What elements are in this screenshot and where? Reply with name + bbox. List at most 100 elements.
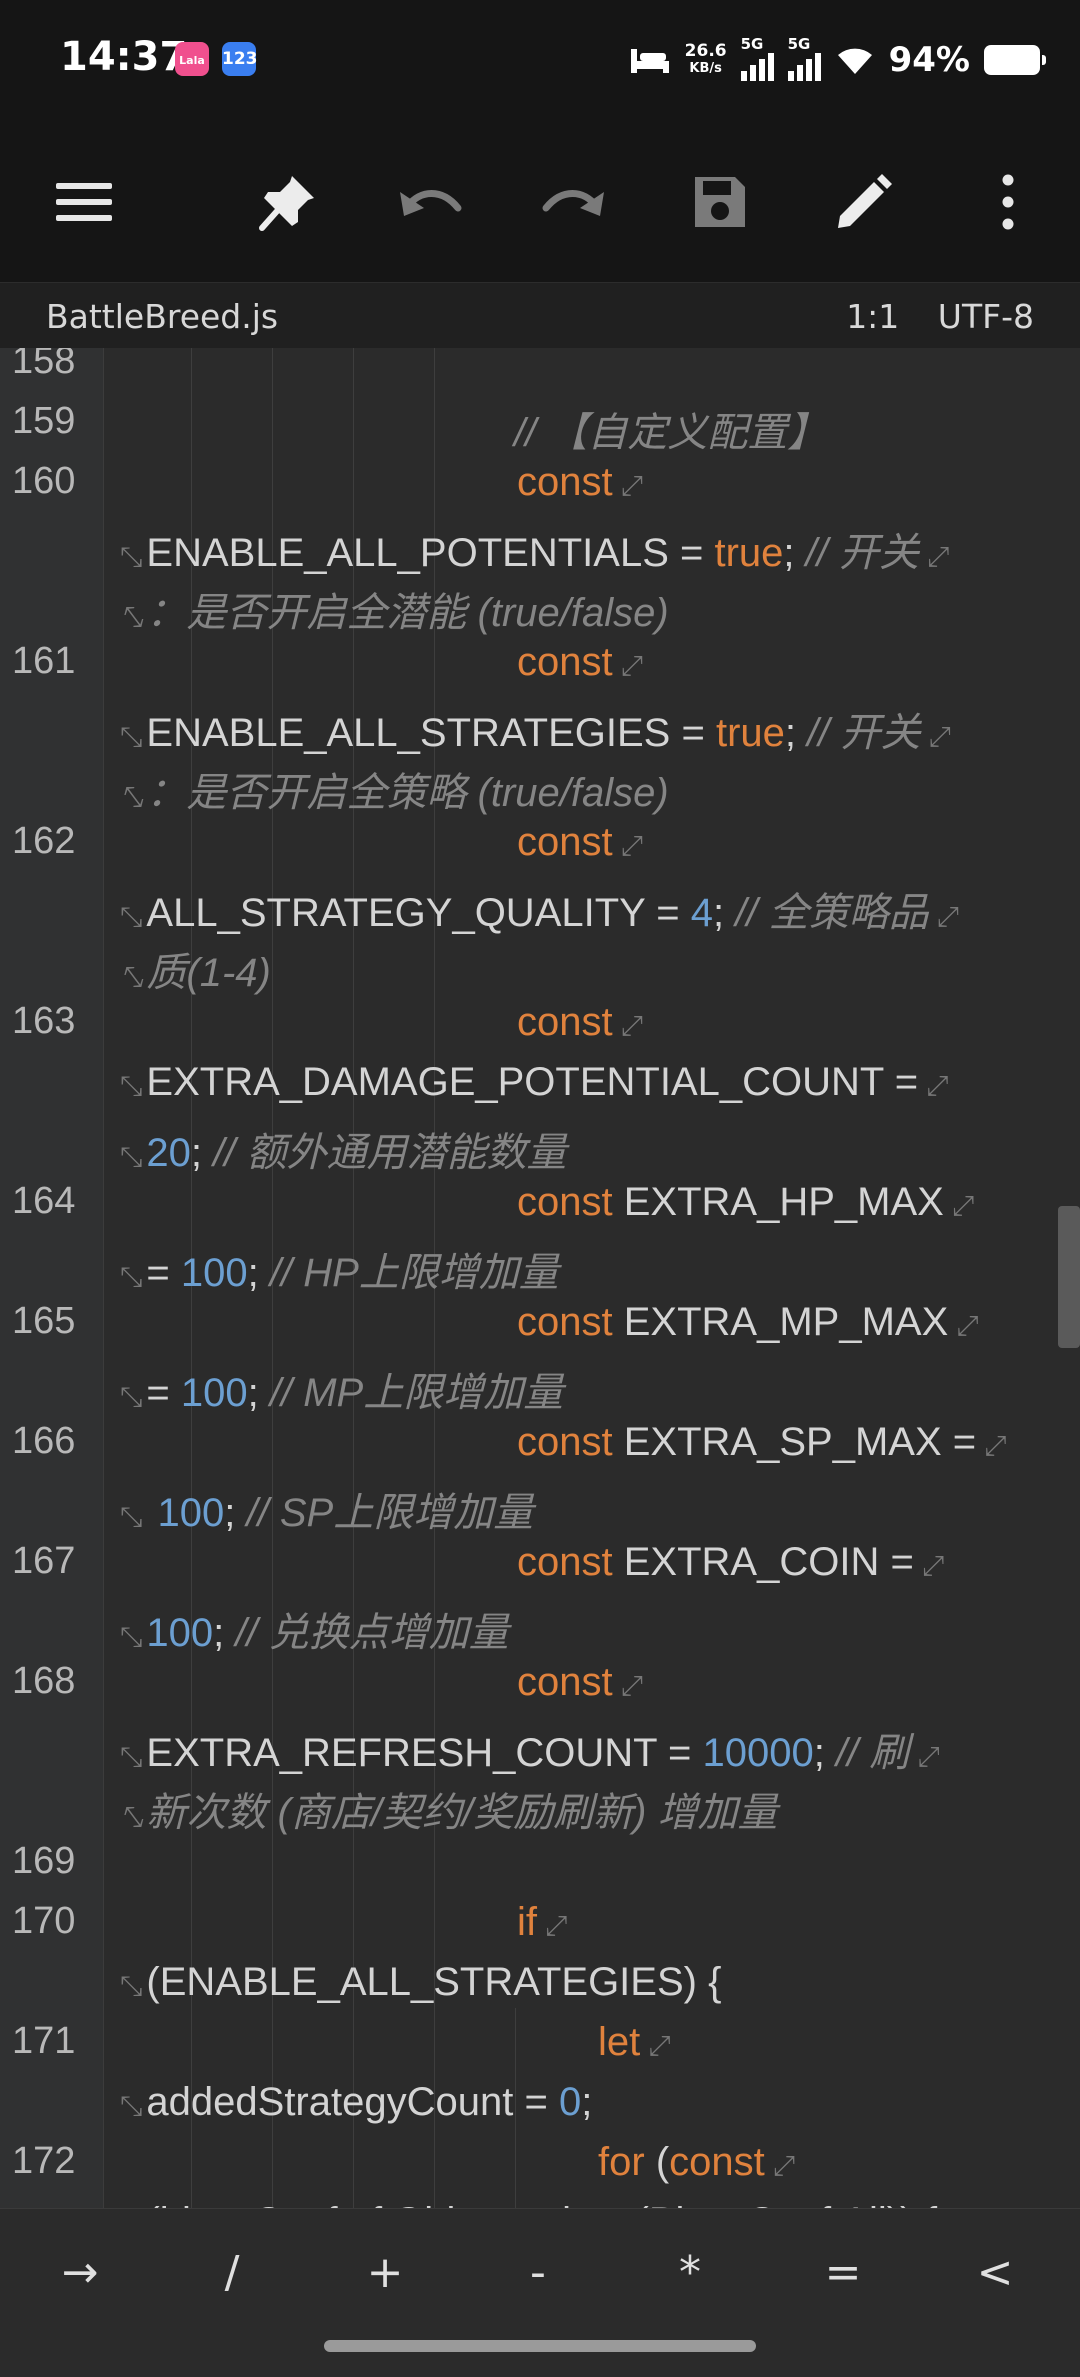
code-number: 10000 [702, 1731, 814, 1775]
code-semicolon: ; [783, 531, 795, 575]
scrollbar-thumb[interactable] [1058, 1206, 1080, 1348]
wrap-in-icon: ⤡ [120, 1621, 143, 1652]
code-identifier: ENABLE_ALL_POTENTIALS [146, 531, 669, 575]
code-editor[interactable]: 158 159 // 【自定义配置】 160 const ⤢ ⤡ ENABLE_AL… [0, 348, 1080, 2208]
code-semicolon: ; [813, 1731, 825, 1775]
wrap-in-icon: ⤡ [120, 721, 143, 752]
code-line-wrap: ⤡ ：是否开启全策略 (true/false) [0, 758, 1060, 818]
cursor-position: 1:1 [846, 297, 900, 336]
code-line: 168 const ⤢ [0, 1658, 1060, 1718]
code-line: 170 if ⤢ [0, 1898, 1060, 1958]
network-speed-value: 26.6 [684, 41, 727, 61]
wrap-out-icon: ⤢ [620, 470, 644, 501]
code-comment: // SP上限增加量 [246, 1491, 534, 1535]
pin-button[interactable] [252, 166, 324, 238]
key-plus[interactable]: + [325, 2233, 445, 2313]
code-line: 164 const EXTRA_HP_MAX ⤢ [0, 1178, 1060, 1238]
code-line-wrap: ⤡ 100; // 兑换点增加量 [0, 1598, 1060, 1658]
code-text: ⤡ 质(1-4) [120, 940, 271, 998]
key-slash[interactable]: / [172, 2233, 292, 2313]
code-text: ⤡ ：是否开启全策略 (true/false) [120, 760, 669, 818]
code-text: ⤡ 20; // 额外通用潜能数量 [120, 1120, 567, 1178]
code-keyword: for [598, 2140, 645, 2184]
edit-button[interactable] [828, 166, 900, 238]
code-text: ⤡ (ENABLE_ALL_STRATEGIES) { [120, 1960, 721, 2005]
code-comment: // 全策略品 [735, 891, 929, 935]
battery-icon [984, 45, 1046, 75]
wrap-out-icon: ⤢ [620, 830, 644, 861]
code-identifier: ALL_STRATEGY_QUALITY [146, 891, 646, 935]
lala-app-notification-icon: Lala [175, 42, 209, 76]
line-number: 168 [12, 1660, 76, 1702]
code-keyword: const [517, 1000, 613, 1044]
code-comment: 新次数 (商店/契约/奖励刷新) 增加量 [146, 1791, 778, 1835]
code-operator: = [668, 1731, 692, 1775]
code-line-wrap: ⤡ addedStrategyCount = 0; [0, 2078, 1060, 2138]
wrap-out-icon: ⤢ [984, 1430, 1007, 1461]
key-tab[interactable]: → [20, 2233, 140, 2313]
code-identifier: addedStrategyCount [146, 2080, 514, 2124]
code-line: 171 let ⤢ [0, 2018, 1060, 2078]
status-time: 14:37 [60, 34, 188, 80]
more-vert-icon [1002, 174, 1014, 230]
file-info-bar: BattleBreed.js 1:1 UTF-8 [0, 282, 1080, 349]
code-semicolon: ; [247, 1371, 259, 1415]
code-text: ⤡ EXTRA_REFRESH_COUNT = 10000; // 刷 ⤢ [120, 1720, 940, 1778]
code-identifier: EXTRA_SP_MAX [623, 1420, 942, 1464]
undo-icon [400, 190, 462, 216]
code-text: if ⤢ [517, 1900, 567, 1945]
code-text: ⤡ = 100; // HP上限增加量 [120, 1240, 559, 1298]
key-equals[interactable]: = [783, 2233, 903, 2313]
wrap-in-icon: ⤡ [120, 1970, 143, 2001]
redo-button[interactable] [538, 166, 610, 238]
code-semicolon: ; [213, 1611, 225, 1655]
wrap-in-icon: ⤡ [120, 961, 143, 992]
code-number: 100 [146, 1611, 214, 1655]
line-number: 166 [12, 1420, 76, 1462]
code-identifier: EXTRA_HP_MAX [623, 1180, 944, 1224]
notification-app-label: 123 [222, 49, 258, 69]
undo-button[interactable] [394, 166, 466, 238]
status-indicators: 26.6 KB/s 5G 5G 94% [629, 34, 1046, 86]
file-meta: 1:1 UTF-8 [818, 297, 1034, 336]
wrap-out-icon: ⤢ [545, 1910, 568, 1941]
save-button[interactable] [684, 166, 756, 238]
code-text: ⤡ ALL_STRATEGY_QUALITY = 4; // 全策略品 ⤢ [120, 880, 959, 938]
code-comment: // 刷 [835, 1731, 910, 1775]
code-text: ⤡ ENABLE_ALL_POTENTIALS = true; // 开关 ⤢ [120, 520, 949, 578]
line-number: 169 [12, 1840, 76, 1882]
code-text: ⤡ = 100; // MP上限增加量 [120, 1360, 563, 1418]
code-semicolon: ; [224, 1491, 236, 1535]
wrap-out-icon: ⤢ [648, 2030, 671, 2061]
line-number: 160 [12, 460, 76, 502]
battery-percent: 94% [888, 40, 970, 80]
line-number: 167 [12, 1540, 76, 1582]
code-line-wrap: ⤡ 新次数 (商店/契约/奖励刷新) 增加量 [0, 1778, 1060, 1838]
code-operator: = [894, 1060, 919, 1104]
code-text: const EXTRA_COIN = ⤢ [517, 1540, 944, 1585]
code-operator: = [681, 711, 705, 755]
code-number: 100 [180, 1371, 248, 1415]
code-keyword: const [517, 1300, 613, 1344]
code-line-wrap: ⤡ 100; // SP上限增加量 [0, 1478, 1060, 1538]
code-operator: = [890, 1540, 914, 1584]
code-line: 167 const EXTRA_COIN = ⤢ [0, 1538, 1060, 1598]
line-number: 165 [12, 1300, 76, 1342]
file-encoding[interactable]: UTF-8 [938, 297, 1034, 336]
key-minus[interactable]: - [478, 2233, 598, 2313]
code-comment: // 兑换点增加量 [235, 1611, 509, 1655]
code-line: 169 [0, 1838, 1060, 1898]
menu-button[interactable] [48, 166, 120, 238]
more-options-button[interactable] [972, 166, 1044, 238]
code-keyword: let [598, 2020, 641, 2064]
signal-strength-icon: 5G [740, 35, 774, 81]
line-number: 172 [12, 2140, 76, 2182]
wrap-out-icon: ⤢ [956, 1310, 979, 1341]
line-number: 163 [12, 1000, 76, 1042]
home-indicator[interactable] [324, 2340, 756, 2352]
key-less-than[interactable]: < [935, 2233, 1055, 2313]
file-name[interactable]: BattleBreed.js [46, 297, 278, 336]
code-semicolon: ; [247, 1251, 259, 1295]
code-comment: // 开关 [807, 711, 921, 755]
key-asterisk[interactable]: * [630, 2233, 750, 2313]
